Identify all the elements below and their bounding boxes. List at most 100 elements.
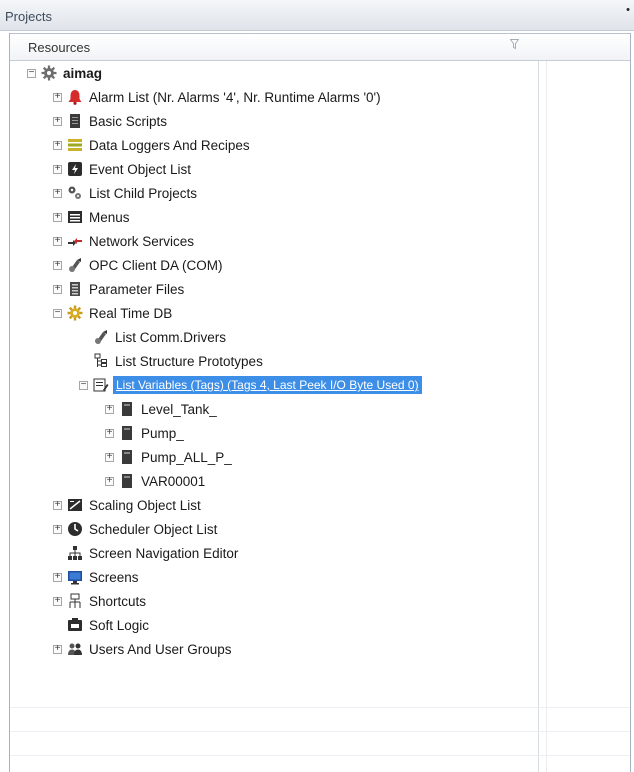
child-projects-icon: [66, 184, 84, 202]
project-tree[interactable]: Resources − aimag + Alarm List (Nr. Alar…: [9, 33, 631, 772]
alarm-bell-icon: [66, 88, 84, 106]
tree-item-list-child-projects[interactable]: + List Child Projects: [53, 182, 199, 204]
tree-item-label: Data Loggers And Recipes: [89, 137, 250, 153]
resources-column-header[interactable]: Resources: [10, 33, 630, 61]
expand-toggle[interactable]: +: [105, 476, 114, 486]
realtime-db-icon: [66, 304, 84, 322]
tree-item-label: List Variables (Tags) (Tags 4, Last Peek…: [113, 376, 422, 394]
tree-item-shortcuts[interactable]: + Shortcuts: [53, 590, 148, 612]
tree-root-aimag[interactable]: − aimag: [27, 62, 104, 84]
project-gear-icon: [40, 64, 58, 82]
row-gridline: [10, 707, 630, 708]
expand-toggle[interactable]: +: [53, 524, 62, 534]
tree-item-label: List Structure Prototypes: [115, 353, 263, 369]
tree-item-tag-pump-all-p[interactable]: + Pump_ALL_P_: [105, 446, 234, 468]
tree-item-alarm-list[interactable]: + Alarm List (Nr. Alarms '4', Nr. Runtim…: [53, 86, 383, 108]
filter-icon[interactable]: [509, 39, 520, 53]
tree-item-label: Screen Navigation Editor: [89, 545, 239, 561]
tree-item-tag-level-tank[interactable]: + Level_Tank_: [105, 398, 219, 420]
tree-item-list-structure-prototypes[interactable]: List Structure Prototypes: [79, 350, 265, 372]
expand-toggle[interactable]: +: [53, 164, 62, 174]
tree-item-label: Parameter Files: [89, 281, 185, 297]
opc-icon: [66, 256, 84, 274]
tree-item-list-comm-drivers[interactable]: List Comm.Drivers: [79, 326, 228, 348]
soft-logic-icon: [66, 616, 84, 634]
tree-item-tag-pump[interactable]: + Pump_: [105, 422, 186, 444]
tree-item-label: Shortcuts: [89, 593, 147, 609]
panel-title-bar: Projects •: [0, 0, 634, 31]
expand-toggle[interactable]: +: [53, 236, 62, 246]
expand-toggle[interactable]: +: [53, 92, 62, 102]
monitor-icon: [66, 568, 84, 586]
expand-toggle[interactable]: +: [53, 212, 62, 222]
navigation-icon: [66, 544, 84, 562]
collapse-toggle[interactable]: −: [53, 308, 62, 318]
expand-toggle[interactable]: +: [53, 140, 62, 150]
comm-driver-icon: [92, 328, 110, 346]
tree-item-screen-navigation-editor[interactable]: Screen Navigation Editor: [53, 542, 240, 564]
row-gridline: [10, 755, 630, 756]
tree-item-scaling-object-list[interactable]: + Scaling Object List: [53, 494, 203, 516]
tree-item-label: Users And User Groups: [89, 641, 232, 657]
scheduler-icon: [66, 520, 84, 538]
panel-title: Projects: [5, 9, 52, 24]
expand-toggle[interactable]: +: [53, 188, 62, 198]
tree-item-label: Soft Logic: [89, 617, 150, 633]
tree-item-tag-var00001[interactable]: + VAR00001: [105, 470, 207, 492]
users-icon: [66, 640, 84, 658]
tree-item-label: Real Time DB: [89, 305, 173, 321]
column-divider: [538, 33, 539, 772]
column-divider: [546, 33, 547, 772]
tag-icon: [118, 400, 136, 418]
tree-root-label: aimag: [63, 65, 103, 81]
tree-item-label: Pump_: [141, 425, 184, 441]
tag-icon: [118, 472, 136, 490]
event-icon: [66, 160, 84, 178]
expand-toggle[interactable]: +: [53, 260, 62, 270]
network-icon: [66, 232, 84, 250]
tree-item-soft-logic[interactable]: Soft Logic: [53, 614, 151, 636]
tree-item-screens[interactable]: + Screens: [53, 566, 141, 588]
tree-item-label: Event Object List: [89, 161, 192, 177]
tree-item-label: List Comm.Drivers: [115, 329, 227, 345]
expand-toggle[interactable]: +: [53, 596, 62, 606]
tree-item-menus[interactable]: + Menus: [53, 206, 132, 228]
tree-item-label: Basic Scripts: [89, 113, 168, 129]
tree-item-label: Network Services: [89, 233, 195, 249]
tree-item-scheduler-object-list[interactable]: + Scheduler Object List: [53, 518, 219, 540]
tree-item-network-services[interactable]: + Network Services: [53, 230, 196, 252]
tree-item-event-object-list[interactable]: + Event Object List: [53, 158, 193, 180]
database-icon: [66, 136, 84, 154]
tree-item-basic-scripts[interactable]: + Basic Scripts: [53, 110, 169, 132]
tree-item-label: Menus: [89, 209, 130, 225]
shortcut-icon: [66, 592, 84, 610]
menu-icon: [66, 208, 84, 226]
parameter-icon: [66, 280, 84, 298]
expand-toggle[interactable]: +: [105, 404, 114, 414]
tree-item-users-and-groups[interactable]: + Users And User Groups: [53, 638, 234, 660]
expand-toggle[interactable]: +: [105, 452, 114, 462]
tree-item-opc-client[interactable]: + OPC Client DA (COM): [53, 254, 225, 276]
tree-item-real-time-db[interactable]: − Real Time DB: [53, 302, 174, 324]
expand-toggle[interactable]: +: [53, 500, 62, 510]
tree-item-data-loggers[interactable]: + Data Loggers And Recipes: [53, 134, 252, 156]
tree-item-label: Screens: [89, 569, 139, 585]
expand-toggle[interactable]: +: [105, 428, 114, 438]
expand-toggle[interactable]: +: [53, 644, 62, 654]
tree-item-label: Level_Tank_: [141, 401, 217, 417]
column-header-label: Resources: [28, 40, 91, 55]
expand-toggle[interactable]: +: [53, 572, 62, 582]
tree-item-label: Pump_ALL_P_: [141, 449, 232, 465]
tree-item-list-variables[interactable]: − List Variables (Tags) (Tags 4, Last Pe…: [79, 374, 422, 396]
structure-icon: [92, 352, 110, 370]
collapse-toggle[interactable]: −: [27, 68, 36, 78]
tree-item-label: Alarm List (Nr. Alarms '4', Nr. Runtime …: [89, 89, 381, 105]
pin-icon[interactable]: •: [626, 4, 630, 16]
tag-icon: [118, 424, 136, 442]
row-gridline: [10, 731, 630, 732]
expand-toggle[interactable]: +: [53, 284, 62, 294]
tree-item-parameter-files[interactable]: + Parameter Files: [53, 278, 186, 300]
expand-toggle[interactable]: +: [53, 116, 62, 126]
collapse-toggle[interactable]: −: [79, 380, 88, 390]
tree-item-label: Scaling Object List: [89, 497, 201, 513]
